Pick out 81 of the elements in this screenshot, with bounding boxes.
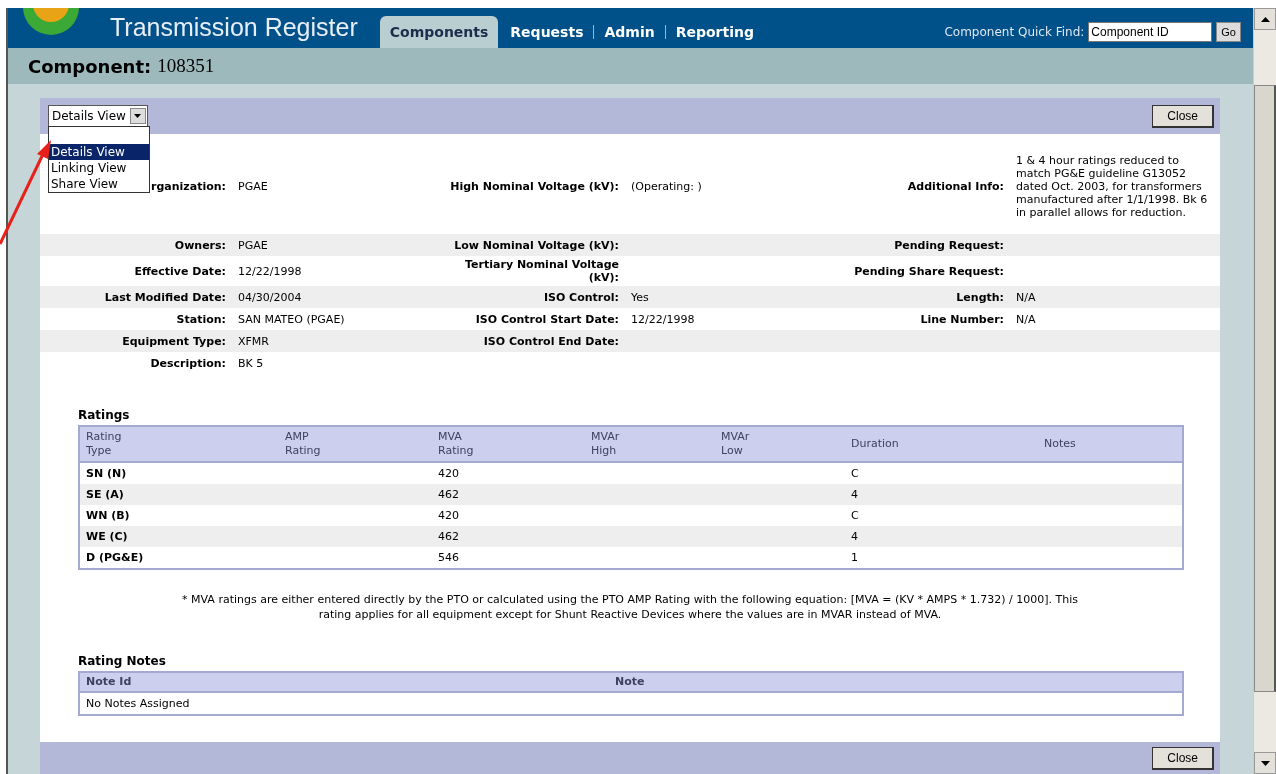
table-cell: 462	[432, 484, 585, 505]
field-value: 04/30/2004	[238, 290, 302, 304]
footnote: * MVA ratings are either entered directly by the PTO or calculated using the PTO AMP Rating with the following equation: [MVA = (KV * AMPS * 1.732) / 1000]. This rating applies for all equipment except for Shunt Reactive Devices where the values are in MVAR instead of MVA.	[181, 592, 1079, 622]
go-button[interactable]: Go	[1216, 22, 1241, 42]
field-label: ISO Control:	[543, 290, 619, 304]
up-arrow-icon	[1260, 16, 1270, 22]
column-header: MVAr High	[585, 426, 715, 462]
field-label: Effective Date:	[134, 264, 226, 278]
down-arrow-icon	[1260, 760, 1270, 766]
column-header: Notes	[1038, 426, 1183, 462]
table-cell: D (PG&E)	[79, 547, 279, 569]
column-header: Rating Type	[79, 426, 279, 462]
field-label: Line Number:	[920, 312, 1004, 326]
table-cell: 420	[432, 505, 585, 526]
field-label: Last Modified Date:	[104, 290, 226, 304]
scroll-down-button[interactable]	[1254, 752, 1276, 774]
table-cell: 4	[845, 484, 1038, 505]
field-value: SAN MATEO (PGAE)	[238, 312, 345, 326]
field-label: rganization:	[151, 179, 226, 193]
nav-tab[interactable]: Admin	[594, 16, 665, 48]
section-title: Ratings	[78, 408, 131, 422]
caret-icon	[134, 114, 142, 118]
dropdown-option[interactable]: Linking View	[49, 160, 149, 176]
field-label: Tertiary Nominal Voltage (kV):	[464, 258, 619, 284]
page-title-label: Component:	[28, 55, 152, 77]
field-label: Owners:	[174, 238, 226, 252]
field-value: PGAE	[238, 238, 268, 252]
table-cell: SN (N)	[79, 462, 279, 484]
field-label: ISO Control End Date:	[483, 334, 619, 348]
view-select[interactable]: Details View	[48, 105, 148, 127]
quick-find-label: Component Quick Find:	[944, 25, 1085, 39]
field-value: PGAE	[238, 179, 268, 193]
empty-notes-text: No Notes Assigned	[79, 692, 1183, 715]
table-cell: 1	[845, 547, 1038, 569]
section-title: Rating Notes	[78, 654, 167, 668]
dropdown-option[interactable]: Share View	[49, 176, 149, 192]
field-value: 12/22/1998	[238, 264, 302, 278]
nav-tab[interactable]: Reporting	[665, 16, 764, 48]
field-value: Yes	[631, 290, 649, 304]
column-header: MVA Rating	[432, 426, 585, 462]
field-label: High Nominal Voltage (kV):	[450, 179, 619, 193]
nav-tab[interactable]: Requests	[500, 16, 594, 48]
component-id: 108351	[157, 55, 215, 77]
close-button[interactable]: Close	[1152, 104, 1214, 128]
column-header: AMP Rating	[279, 426, 432, 462]
field-label: Station:	[176, 312, 226, 326]
table-cell: WE (C)	[79, 526, 279, 547]
field-label: ISO Control Start Date:	[475, 312, 619, 326]
table-cell: C	[845, 462, 1038, 484]
table-cell: WN (B)	[79, 505, 279, 526]
quick-find-field[interactable]: Component ID	[1088, 22, 1213, 42]
field-value: 1 & 4 hour ratings reduced to match PG&E guideline G13052 dated Oct. 2003, for transformers manufactured after 1/1/1998. Bk 6 in parallel allows for reduction.	[1016, 153, 1209, 219]
close-button[interactable]: Close	[1152, 746, 1214, 770]
field-label: Additional Info:	[907, 179, 1004, 193]
table-cell: 420	[432, 462, 585, 484]
table-cell: 546	[432, 547, 585, 569]
field-value: N/A	[1016, 290, 1036, 304]
field-value: N/A	[1016, 312, 1036, 326]
column-header: Note Id	[79, 672, 609, 692]
field-label: Pending Share Request:	[854, 264, 1004, 278]
nav-tab[interactable]: Components	[379, 16, 499, 48]
table-cell: SE (A)	[79, 484, 279, 505]
column-header: Duration	[845, 426, 1038, 462]
field-value: BK 5	[238, 356, 264, 370]
table-cell: 462	[432, 526, 585, 547]
app-title: Transmission Register	[110, 12, 358, 42]
table-cell: 4	[845, 526, 1038, 547]
field-label: Pending Request:	[894, 238, 1004, 252]
scrollbar-thumb[interactable]	[1254, 85, 1276, 692]
column-header: MVAr Low	[715, 426, 845, 462]
column-header: Note	[609, 672, 1183, 692]
field-label: Low Nominal Voltage (kV):	[454, 238, 619, 252]
scroll-up-button[interactable]	[1254, 8, 1276, 30]
field-label: Length:	[956, 290, 1004, 304]
field-value: 12/22/1998	[631, 312, 695, 326]
field-value: (Operating: )	[631, 179, 702, 193]
dropdown-option[interactable]: Details View	[49, 144, 149, 160]
field-value: XFMR	[238, 334, 269, 348]
table-cell: C	[845, 505, 1038, 526]
field-label: Equipment Type:	[122, 334, 226, 348]
field-label: Description:	[150, 356, 226, 370]
